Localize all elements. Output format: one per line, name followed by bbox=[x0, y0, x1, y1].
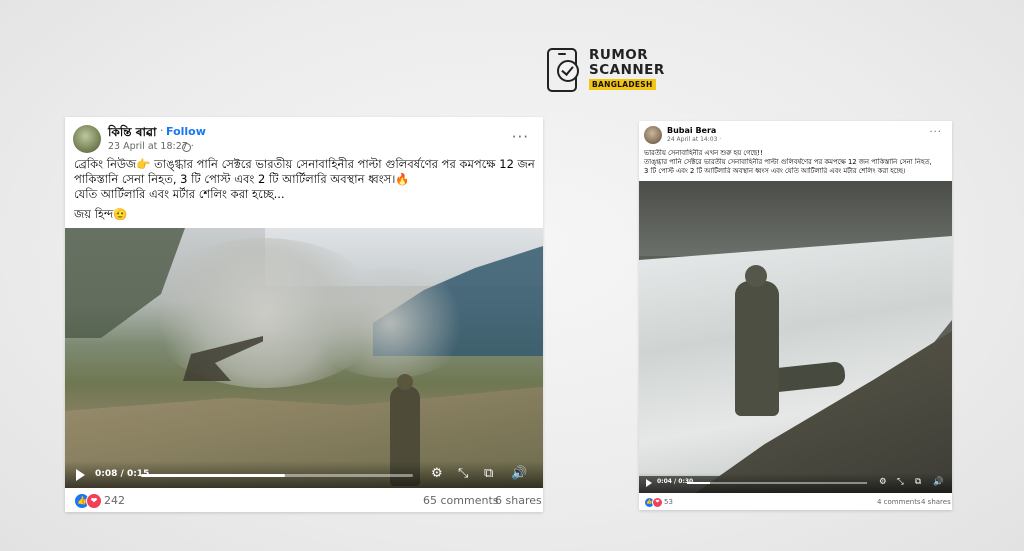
post-text-line: জয় হিন্দ🫡 bbox=[74, 207, 128, 221]
checkmark-icon bbox=[557, 60, 579, 82]
post-text: ভারতীয় সেনাবাহিনীর এখন শুরু হয় গেছে!! … bbox=[644, 149, 949, 176]
volume-icon[interactable]: 🔊 bbox=[933, 477, 944, 487]
play-icon[interactable] bbox=[76, 469, 85, 481]
post-text-line: ভারতীয় সেনাবাহিনীর এখন শুরু হয় গেছে!! bbox=[644, 149, 763, 157]
post-text: ব্রেকিং নিউজ👉 তাঙ্গ্ধার পানি সেক্টরে ভার… bbox=[74, 157, 536, 222]
separator: · bbox=[160, 124, 164, 137]
video-controls: 0:04 / 0:30 ⚙ ⤡ ⧉ 🔊 bbox=[639, 473, 952, 493]
logo-text-rumor: RUMOR bbox=[589, 47, 649, 63]
post-text-line: তাঙ্গ্ধার পানি সেক্টরে ভারতীয় সেনাবাহিন… bbox=[644, 158, 932, 166]
video-progress-bar[interactable] bbox=[687, 482, 867, 484]
reaction-count[interactable]: 242 bbox=[104, 494, 125, 507]
comments-count[interactable]: 4 comments bbox=[877, 498, 921, 506]
volume-icon[interactable]: 🔊 bbox=[511, 467, 527, 481]
picture-in-picture-icon[interactable]: ⧉ bbox=[915, 477, 921, 487]
logo-text-bangladesh: BANGLADESH bbox=[589, 79, 656, 90]
logo-text-scanner: SCANNER bbox=[589, 62, 665, 78]
video-progress-bar[interactable] bbox=[141, 474, 413, 477]
video-frame-smoke bbox=[305, 268, 475, 378]
video-player[interactable] bbox=[65, 228, 543, 488]
post-text-line: 3 টি পোস্ট এবং 2 টি আর্টিলারি অবস্থান ধ্… bbox=[644, 167, 906, 175]
post-text-line: পাকিস্তানি সেনা নিহত, 3 টি পোস্ট এবং 2 ট… bbox=[74, 172, 410, 186]
post-footer: 👍 ❤ 242 65 comments 6 shares bbox=[65, 488, 543, 512]
rumor-scanner-logo: RUMOR SCANNER BANGLADESH bbox=[547, 46, 665, 96]
post-text-line: ব্রেকিং নিউজ👉 তাঙ্গ্ধার পানি সেক্টরে ভার… bbox=[74, 157, 535, 171]
post-timestamp[interactable]: 24 April at 14:03 · bbox=[667, 136, 721, 143]
post-text-line: যেতি আর্টিলারি এবং মর্টার শেলিং করা হচ্ছ… bbox=[74, 187, 285, 201]
picture-in-picture-icon[interactable]: ⧉ bbox=[484, 467, 493, 481]
shares-count[interactable]: 4 shares bbox=[921, 498, 951, 506]
author-name[interactable]: Bubai Bera bbox=[667, 126, 716, 135]
comments-count[interactable]: 65 comments bbox=[423, 494, 499, 507]
more-options-icon[interactable]: ··· bbox=[929, 127, 942, 138]
settings-icon[interactable]: ⚙ bbox=[879, 477, 887, 487]
video-controls: 0:08 / 0:15 ⚙ ⤡ ⧉ 🔊 bbox=[65, 461, 543, 488]
post-footer: 👍 ❤ 53 4 comments 4 shares bbox=[639, 493, 952, 510]
fullscreen-icon[interactable]: ⤡ bbox=[458, 467, 468, 481]
globe-icon bbox=[182, 143, 191, 152]
avatar[interactable] bbox=[644, 126, 662, 144]
more-options-icon[interactable]: ··· bbox=[512, 128, 529, 146]
facebook-post-left: কিন্তি ৰাৱা · Follow 23 April at 18:27 ·… bbox=[65, 117, 543, 512]
reaction-count[interactable]: 53 bbox=[664, 498, 673, 506]
video-progress-fill bbox=[141, 474, 286, 477]
fullscreen-icon[interactable]: ⤡ bbox=[897, 477, 904, 487]
post-timestamp[interactable]: 23 April at 18:27 · bbox=[108, 141, 194, 152]
video-frame-soldier bbox=[735, 265, 779, 416]
video-progress-fill bbox=[687, 482, 711, 484]
settings-icon[interactable]: ⚙ bbox=[431, 467, 443, 481]
love-reaction-icon[interactable]: ❤ bbox=[86, 493, 102, 509]
play-icon[interactable] bbox=[646, 479, 652, 487]
avatar[interactable] bbox=[73, 125, 101, 153]
follow-button[interactable]: Follow bbox=[166, 125, 206, 138]
facebook-post-right: Bubai Bera 24 April at 14:03 · ··· ভারতী… bbox=[639, 121, 952, 510]
love-reaction-icon[interactable]: ❤ bbox=[652, 497, 663, 508]
shares-count[interactable]: 6 shares bbox=[495, 494, 542, 507]
video-player[interactable] bbox=[639, 181, 952, 493]
